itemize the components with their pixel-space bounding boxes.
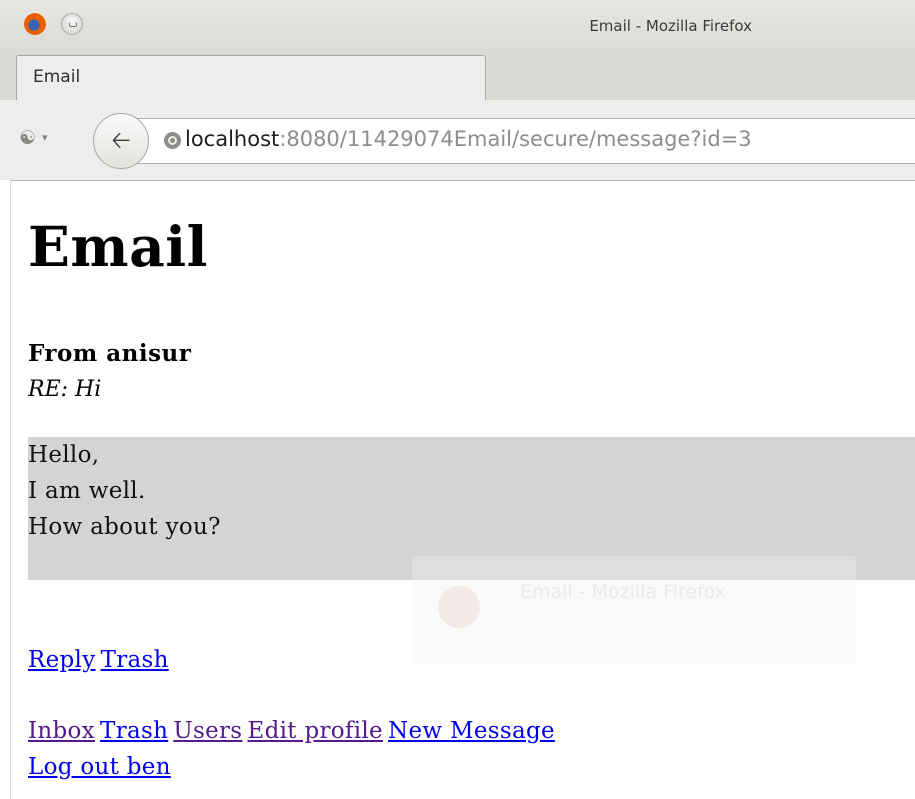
window-title: Email - Mozilla Firefox — [589, 17, 752, 35]
window-titlebar: Email - Mozilla Firefox — [0, 0, 915, 52]
message-subject: RE: Hi — [28, 377, 102, 402]
url-host: localhost — [185, 127, 280, 151]
firefox-logo-icon — [438, 586, 480, 628]
new-message-link[interactable]: New Message — [388, 718, 555, 744]
edit-profile-link[interactable]: Edit profile — [248, 718, 383, 744]
tab-email[interactable]: Email — [16, 55, 486, 100]
tab-strip: Email — [0, 52, 915, 101]
navigation-toolbar: ☯ ▾ 🡠 localhost:8080/11429074Email/secur… — [0, 100, 915, 181]
site-identity-icon[interactable] — [164, 132, 181, 149]
site-nav: Inbox Trash Users Edit profile New Messa… — [28, 718, 555, 744]
logout-link[interactable]: Log out ben — [28, 754, 171, 780]
message-body-line: How about you? — [28, 514, 221, 540]
back-button[interactable]: 🡠 — [93, 113, 149, 169]
message-body-line: I am well. — [28, 478, 146, 504]
notification-text: Email - Mozilla Firefox — [520, 581, 727, 603]
reply-link[interactable]: Reply — [28, 647, 96, 673]
trash-message-link[interactable]: Trash — [101, 647, 169, 673]
history-dropdown-icon[interactable]: ▾ — [42, 131, 48, 144]
users-link[interactable]: Users — [173, 718, 242, 744]
message-body-line: Hello, — [28, 442, 100, 468]
history-icon[interactable]: ☯ — [19, 127, 41, 149]
fading-notification: Email - Mozilla Firefox — [412, 556, 856, 664]
trash-link[interactable]: Trash — [100, 718, 168, 744]
site-nav-2: Log out ben — [28, 754, 171, 780]
url-path: :8080/11429074Email/secure/message?id=3 — [279, 127, 752, 151]
url-text[interactable]: localhost:8080/11429074Email/secure/mess… — [185, 127, 752, 151]
inbox-link[interactable]: Inbox — [28, 718, 95, 744]
content-left-border — [0, 180, 11, 799]
message-from: From anisur — [28, 340, 192, 367]
message-actions: Reply Trash — [28, 647, 169, 673]
tab-label: Email — [33, 67, 81, 87]
page-title: Email — [28, 214, 209, 279]
